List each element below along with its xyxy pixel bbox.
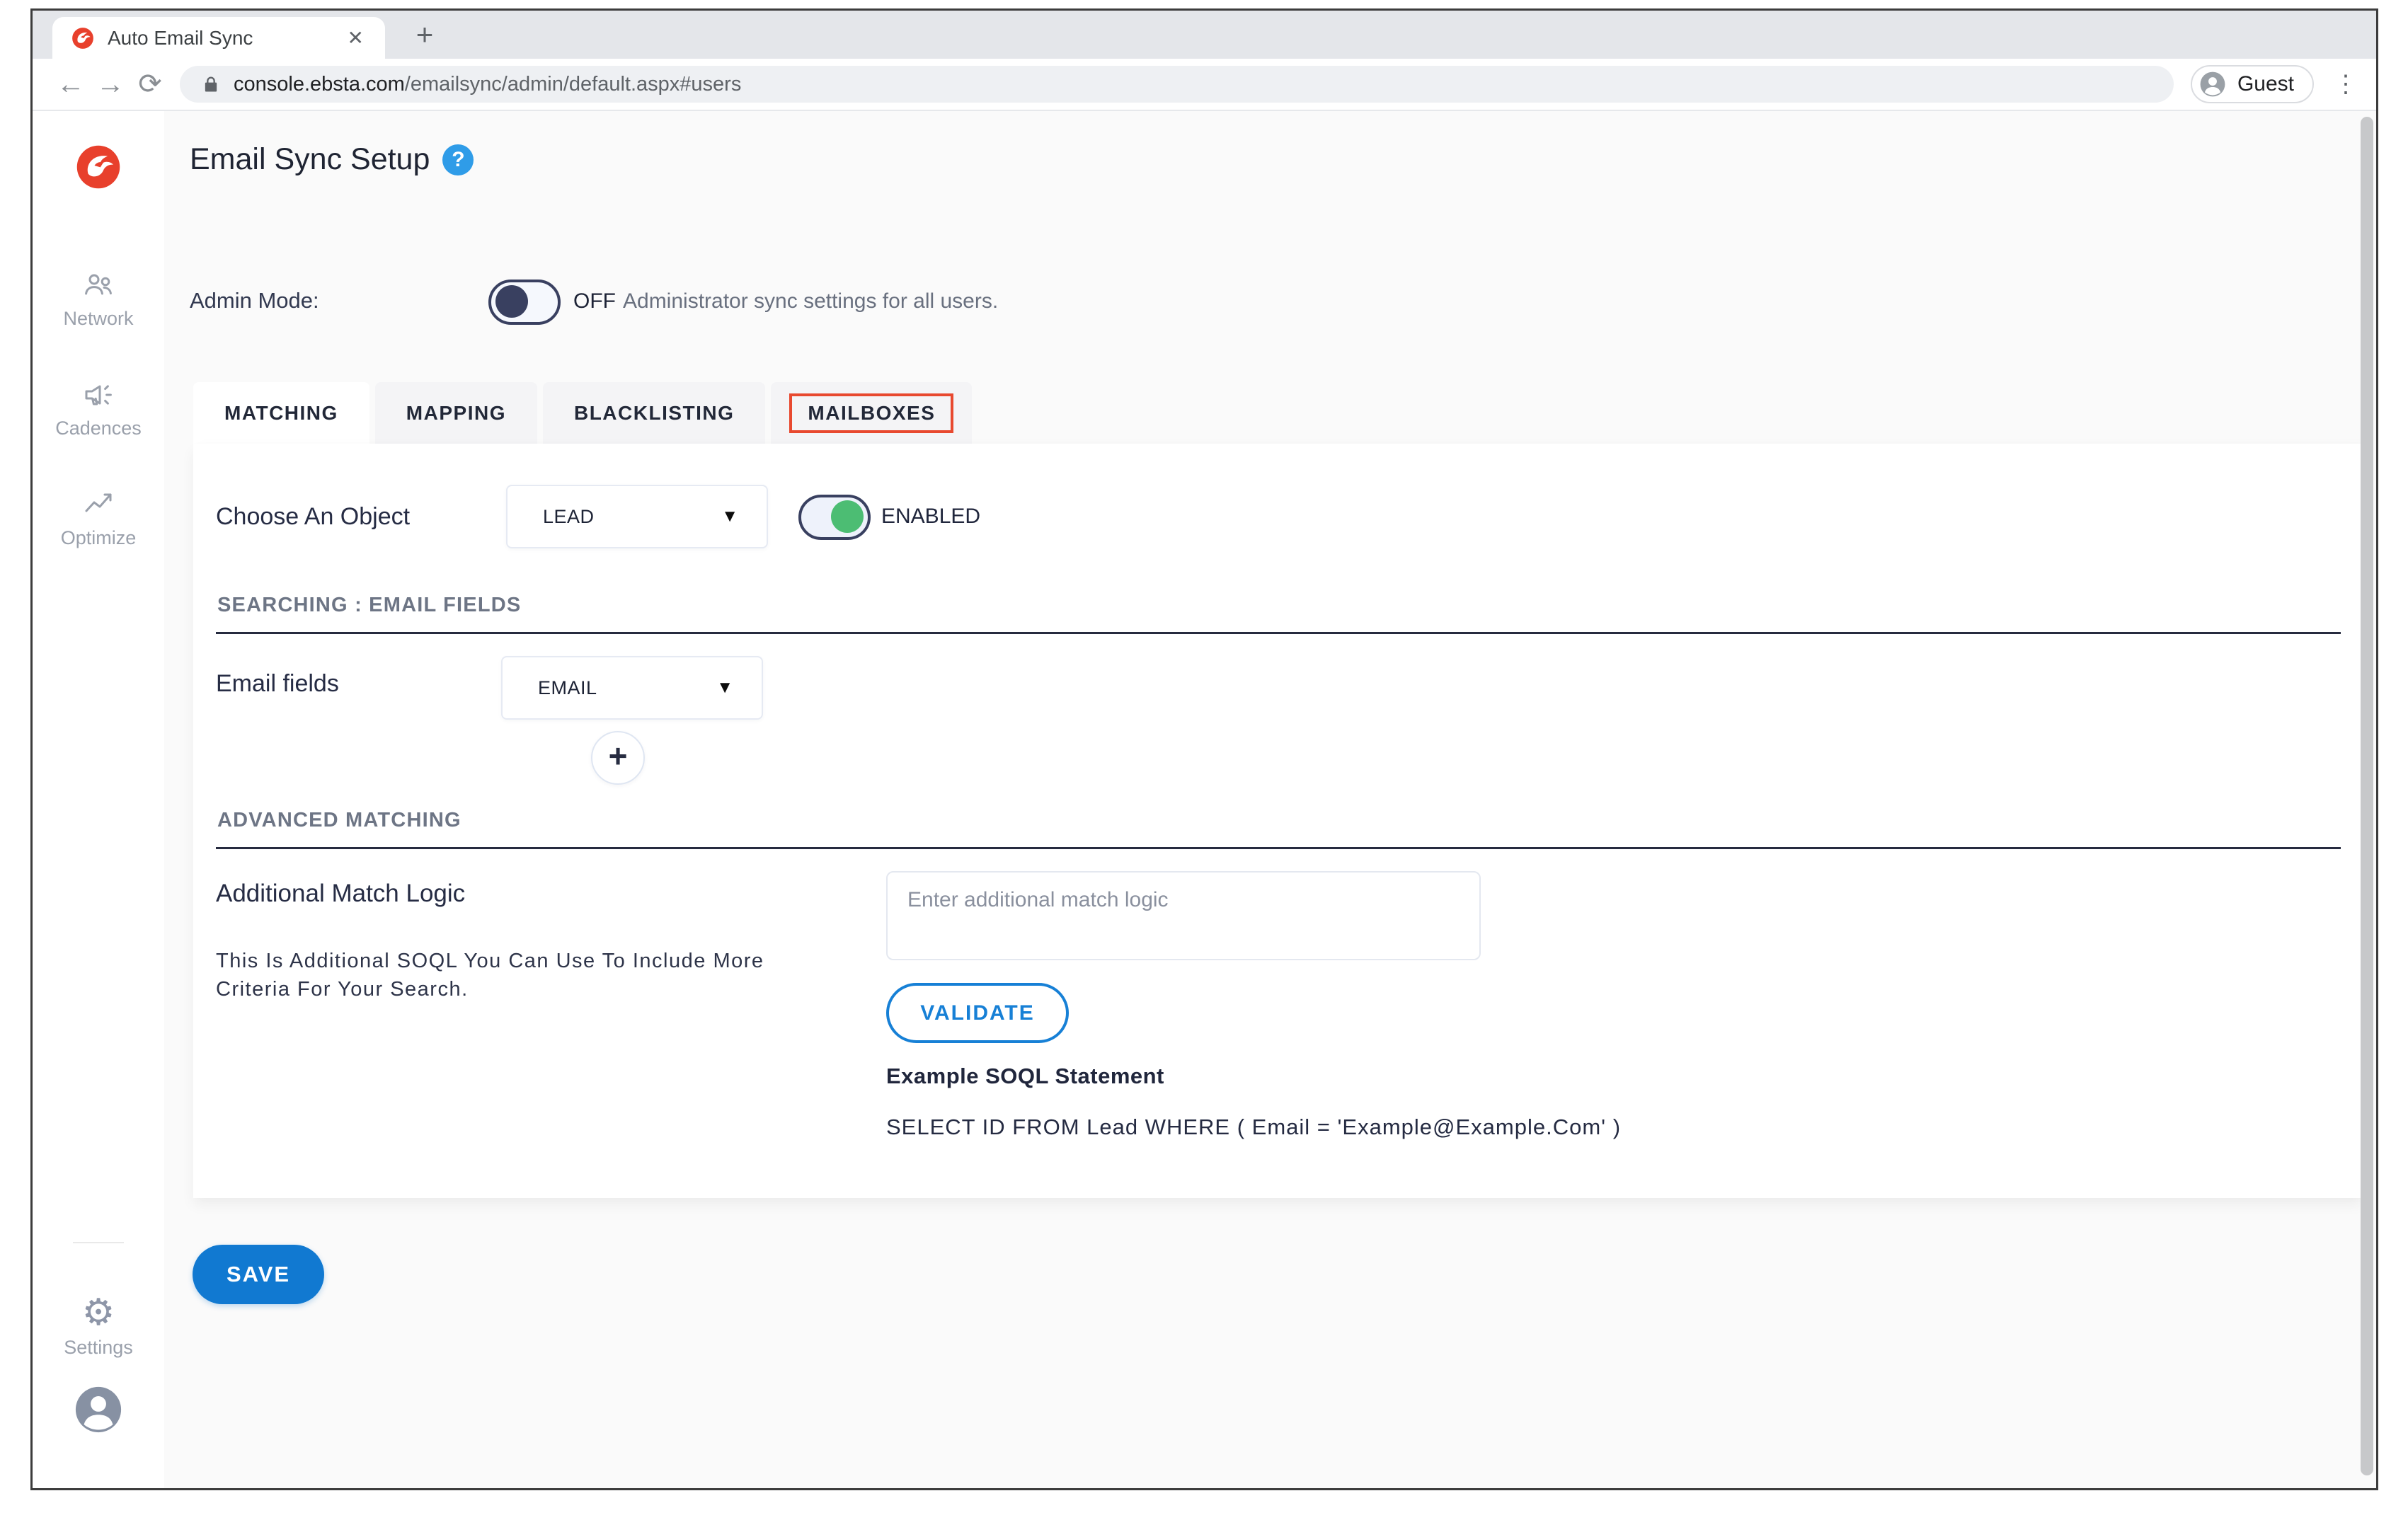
searching-section-label: SEARCHING : EMAIL FIELDS [217,594,521,617]
app-viewport: Network Cadences Optimize ⚙ [33,111,2376,1488]
match-logic-input[interactable] [886,871,1481,960]
sidebar: Network Cadences Optimize ⚙ [33,111,164,1488]
object-enabled-toggle[interactable] [798,495,871,540]
object-enabled-label: ENABLED [881,505,980,529]
example-soql-title: Example SOQL Statement [886,1064,1164,1089]
help-icon[interactable]: ? [442,144,474,175]
admin-mode-state: OFF [573,289,616,313]
sidebar-item-cadences[interactable]: Cadences [33,378,164,439]
profile-chip[interactable]: Guest [2191,65,2314,103]
sidebar-divider [73,1242,124,1243]
validate-button[interactable]: VALIDATE [886,983,1069,1043]
section-divider [216,847,2341,849]
url-bar[interactable]: console.ebsta.com/emailsync/admin/defaul… [180,66,2174,103]
ebsta-logo-icon[interactable] [75,144,122,190]
example-soql-statement: SELECT ID FROM Lead WHERE ( Email = 'Exa… [886,1115,1621,1140]
tab-matching[interactable]: MATCHING [193,382,369,444]
email-field-value: EMAIL [538,677,597,699]
tab-blacklisting[interactable]: BLACKLISTING [543,382,765,444]
chevron-down-icon: ▼ [716,678,733,698]
url-host: console.ebsta.com [234,73,405,96]
settings-tabs: MATCHING MAPPING BLACKLISTING MAILBOXES [193,382,977,444]
chevron-down-icon: ▼ [721,507,738,526]
matching-panel: Choose An Object LEAD ▼ ENABLED SEARCHIN… [193,444,2362,1198]
admin-mode-toggle[interactable] [488,280,561,325]
browser-tab[interactable]: Auto Email Sync ✕ [52,17,385,59]
sidebar-item-settings[interactable]: ⚙ Settings [33,1294,164,1359]
url-text: console.ebsta.com/emailsync/admin/defaul… [234,73,741,96]
forward-icon[interactable]: → [91,69,130,100]
page-header: Email Sync Setup ? [190,142,474,177]
gear-icon: ⚙ [82,1294,115,1331]
sidebar-item-label: Settings [64,1337,133,1359]
admin-mode-label: Admin Mode: [190,288,319,313]
choose-object-label: Choose An Object [216,503,410,531]
plus-icon: + [609,737,628,775]
ebsta-favicon-icon [71,26,95,50]
match-logic-label: Additional Match Logic [216,880,465,908]
toggle-knob [495,285,528,318]
object-select-value: LEAD [543,506,595,528]
object-select[interactable]: LEAD ▼ [506,485,768,548]
back-icon[interactable]: ← [51,69,91,100]
profile-avatar-icon [2199,71,2226,98]
section-divider [216,632,2341,634]
profile-label: Guest [2237,72,2294,96]
admin-mode-description: Administrator sync settings for all user… [623,289,998,313]
scrollbar-thumb[interactable] [2361,117,2373,1475]
email-field-select[interactable]: EMAIL ▼ [501,656,763,720]
trend-up-icon [81,488,115,522]
lock-icon [201,74,221,94]
megaphone-icon [81,378,115,412]
user-avatar-icon[interactable] [74,1385,123,1434]
advanced-section-label: ADVANCED MATCHING [217,809,461,832]
browser-window: Auto Email Sync ✕ + ← → ⟳ console.ebsta.… [30,8,2378,1490]
sidebar-item-label: Optimize [61,527,137,549]
sidebar-item-label: Cadences [55,418,142,439]
reload-icon[interactable]: ⟳ [130,68,170,100]
sidebar-item-optimize[interactable]: Optimize [33,488,164,549]
match-logic-description: This Is Additional SOQL You Can Use To I… [216,947,839,1003]
highlight-outline: MAILBOXES [789,393,953,433]
tab-title: Auto Email Sync [108,27,345,50]
page-title: Email Sync Setup [190,142,430,177]
url-path: /emailsync/admin/default.aspx#users [405,73,742,96]
add-email-field-button[interactable]: + [591,731,645,785]
tab-close-icon[interactable]: ✕ [345,26,367,50]
browser-menu-icon[interactable]: ⋮ [2334,70,2358,98]
browser-tabstrip: Auto Email Sync ✕ + [33,11,2376,59]
new-tab-button[interactable]: + [408,18,442,52]
tab-mapping[interactable]: MAPPING [375,382,537,444]
sidebar-item-network[interactable]: Network [33,268,164,330]
network-icon [81,268,115,302]
save-button[interactable]: SAVE [193,1245,324,1304]
browser-toolbar: ← → ⟳ console.ebsta.com/emailsync/admin/… [33,59,2376,110]
tab-mailboxes[interactable]: MAILBOXES [771,382,972,444]
sidebar-item-label: Network [63,308,133,330]
main-content: Email Sync Setup ? Admin Mode: OFF Admin… [164,111,2376,1488]
email-fields-label: Email fields [216,670,339,698]
toggle-knob [831,500,864,533]
